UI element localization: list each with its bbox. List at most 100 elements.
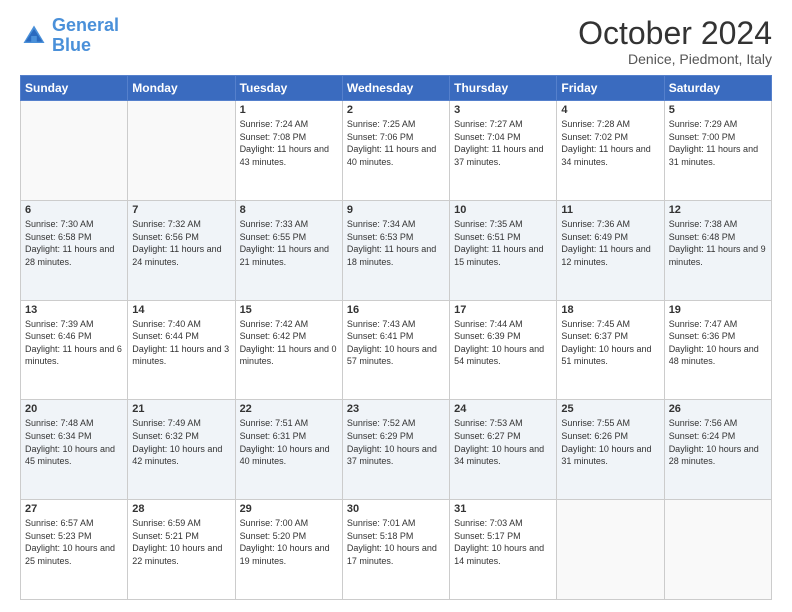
day-number: 12 bbox=[669, 204, 767, 216]
calendar-cell: 27 Sunrise: 6:57 AMSunset: 5:23 PMDayligh… bbox=[21, 500, 128, 600]
calendar-cell bbox=[557, 500, 664, 600]
day-info: Sunrise: 7:40 AMSunset: 6:44 PMDaylight:… bbox=[132, 318, 230, 368]
day-number: 28 bbox=[132, 503, 230, 515]
day-number: 29 bbox=[240, 503, 338, 515]
page: General Blue October 2024 Denice, Piedmo… bbox=[0, 0, 792, 612]
day-info: Sunrise: 7:44 AMSunset: 6:39 PMDaylight:… bbox=[454, 318, 552, 368]
weekday-header: Tuesday bbox=[235, 76, 342, 101]
day-number: 22 bbox=[240, 403, 338, 415]
calendar-cell: 8Sunrise: 7:33 AMSunset: 6:55 PMDaylight… bbox=[235, 200, 342, 300]
day-info: Sunrise: 7:52 AMSunset: 6:29 PMDaylight:… bbox=[347, 417, 445, 467]
day-info: Sunrise: 7:32 AMSunset: 6:56 PMDaylight:… bbox=[132, 218, 230, 268]
calendar-cell: 26Sunrise: 7:56 AMSunset: 6:24 PMDayligh… bbox=[664, 400, 771, 500]
day-info: Sunrise: 7:36 AMSunset: 6:49 PMDaylight:… bbox=[561, 218, 659, 268]
day-number: 5 bbox=[669, 104, 767, 116]
day-number: 13 bbox=[25, 304, 123, 316]
calendar-cell: 7 Sunrise: 7:32 AMSunset: 6:56 PMDaylight… bbox=[128, 200, 235, 300]
day-info: Sunrise: 7:30 AMSunset: 6:58 PMDaylight:… bbox=[25, 218, 123, 268]
calendar-cell: 5Sunrise: 7:29 AMSunset: 7:00 PMDaylight… bbox=[664, 101, 771, 201]
calendar-cell: 17 Sunrise: 7:44 AMSunset: 6:39 PMDayligh… bbox=[450, 300, 557, 400]
day-number: 10 bbox=[454, 204, 552, 216]
calendar-week-row: 6 Sunrise: 7:30 AMSunset: 6:58 PMDaylight… bbox=[21, 200, 772, 300]
location: Denice, Piedmont, Italy bbox=[578, 51, 772, 67]
day-info: Sunrise: 7:39 AMSunset: 6:46 PMDaylight:… bbox=[25, 318, 123, 368]
calendar-cell: 1Sunrise: 7:24 AMSunset: 7:08 PMDaylight… bbox=[235, 101, 342, 201]
day-info: Sunrise: 7:45 AMSunset: 6:37 PMDaylight:… bbox=[561, 318, 659, 368]
day-number: 19 bbox=[669, 304, 767, 316]
calendar-cell: 4 Sunrise: 7:28 AMSunset: 7:02 PMDaylight… bbox=[557, 101, 664, 201]
day-info: Sunrise: 7:35 AMSunset: 6:51 PMDaylight:… bbox=[454, 218, 552, 268]
calendar-table: SundayMondayTuesdayWednesdayThursdayFrid… bbox=[20, 75, 772, 600]
day-number: 14 bbox=[132, 304, 230, 316]
day-number: 31 bbox=[454, 503, 552, 515]
day-number: 15 bbox=[240, 304, 338, 316]
day-info: Sunrise: 7:38 AMSunset: 6:48 PMDaylight:… bbox=[669, 218, 767, 268]
day-number: 16 bbox=[347, 304, 445, 316]
calendar-cell bbox=[128, 101, 235, 201]
day-info: Sunrise: 6:59 AMSunset: 5:21 PMDaylight:… bbox=[132, 517, 230, 567]
calendar-week-row: 13 Sunrise: 7:39 AMSunset: 6:46 PMDayligh… bbox=[21, 300, 772, 400]
logo: General Blue bbox=[20, 16, 119, 56]
calendar-cell: 20 Sunrise: 7:48 AMSunset: 6:34 PMDayligh… bbox=[21, 400, 128, 500]
calendar-cell: 10 Sunrise: 7:35 AMSunset: 6:51 PMDayligh… bbox=[450, 200, 557, 300]
day-info: Sunrise: 7:34 AMSunset: 6:53 PMDaylight:… bbox=[347, 218, 445, 268]
day-info: Sunrise: 7:28 AMSunset: 7:02 PMDaylight:… bbox=[561, 118, 659, 168]
header: General Blue October 2024 Denice, Piedmo… bbox=[20, 16, 772, 67]
day-info: Sunrise: 7:25 AMSunset: 7:06 PMDaylight:… bbox=[347, 118, 445, 168]
weekday-header: Thursday bbox=[450, 76, 557, 101]
day-number: 24 bbox=[454, 403, 552, 415]
calendar-week-row: 27 Sunrise: 6:57 AMSunset: 5:23 PMDayligh… bbox=[21, 500, 772, 600]
logo-general: General bbox=[52, 15, 119, 35]
calendar-cell: 22 Sunrise: 7:51 AMSunset: 6:31 PMDayligh… bbox=[235, 400, 342, 500]
calendar-cell: 12 Sunrise: 7:38 AMSunset: 6:48 PMDayligh… bbox=[664, 200, 771, 300]
weekday-header: Friday bbox=[557, 76, 664, 101]
day-number: 7 bbox=[132, 204, 230, 216]
calendar-cell: 21Sunrise: 7:49 AMSunset: 6:32 PMDayligh… bbox=[128, 400, 235, 500]
calendar-cell: 28 Sunrise: 6:59 AMSunset: 5:21 PMDayligh… bbox=[128, 500, 235, 600]
day-info: Sunrise: 7:55 AMSunset: 6:26 PMDaylight:… bbox=[561, 417, 659, 467]
day-info: Sunrise: 7:49 AMSunset: 6:32 PMDaylight:… bbox=[132, 417, 230, 467]
day-number: 20 bbox=[25, 403, 123, 415]
day-info: Sunrise: 7:27 AMSunset: 7:04 PMDaylight:… bbox=[454, 118, 552, 168]
day-info: Sunrise: 7:43 AMSunset: 6:41 PMDaylight:… bbox=[347, 318, 445, 368]
day-number: 3 bbox=[454, 104, 552, 116]
weekday-header-row: SundayMondayTuesdayWednesdayThursdayFrid… bbox=[21, 76, 772, 101]
calendar-cell bbox=[664, 500, 771, 600]
day-info: Sunrise: 6:57 AMSunset: 5:23 PMDaylight:… bbox=[25, 517, 123, 567]
day-number: 9 bbox=[347, 204, 445, 216]
calendar-cell: 23Sunrise: 7:52 AMSunset: 6:29 PMDayligh… bbox=[342, 400, 449, 500]
day-info: Sunrise: 7:42 AMSunset: 6:42 PMDaylight:… bbox=[240, 318, 338, 368]
calendar-cell: 16 Sunrise: 7:43 AMSunset: 6:41 PMDayligh… bbox=[342, 300, 449, 400]
calendar-week-row: 20 Sunrise: 7:48 AMSunset: 6:34 PMDayligh… bbox=[21, 400, 772, 500]
calendar-cell: 25 Sunrise: 7:55 AMSunset: 6:26 PMDayligh… bbox=[557, 400, 664, 500]
day-number: 30 bbox=[347, 503, 445, 515]
day-number: 25 bbox=[561, 403, 659, 415]
day-info: Sunrise: 7:56 AMSunset: 6:24 PMDaylight:… bbox=[669, 417, 767, 467]
logo-icon bbox=[20, 22, 48, 50]
calendar-cell: 15 Sunrise: 7:42 AMSunset: 6:42 PMDayligh… bbox=[235, 300, 342, 400]
weekday-header: Saturday bbox=[664, 76, 771, 101]
day-number: 2 bbox=[347, 104, 445, 116]
day-number: 17 bbox=[454, 304, 552, 316]
day-info: Sunrise: 7:48 AMSunset: 6:34 PMDaylight:… bbox=[25, 417, 123, 467]
day-info: Sunrise: 7:51 AMSunset: 6:31 PMDaylight:… bbox=[240, 417, 338, 467]
month-title: October 2024 bbox=[578, 16, 772, 51]
day-info: Sunrise: 7:01 AMSunset: 5:18 PMDaylight:… bbox=[347, 517, 445, 567]
day-info: Sunrise: 7:47 AMSunset: 6:36 PMDaylight:… bbox=[669, 318, 767, 368]
day-number: 6 bbox=[25, 204, 123, 216]
weekday-header: Sunday bbox=[21, 76, 128, 101]
day-number: 11 bbox=[561, 204, 659, 216]
calendar-cell: 30 Sunrise: 7:01 AMSunset: 5:18 PMDayligh… bbox=[342, 500, 449, 600]
title-block: October 2024 Denice, Piedmont, Italy bbox=[578, 16, 772, 67]
day-number: 27 bbox=[25, 503, 123, 515]
logo-blue: Blue bbox=[52, 35, 91, 55]
day-info: Sunrise: 7:03 AMSunset: 5:17 PMDaylight:… bbox=[454, 517, 552, 567]
calendar-cell: 24Sunrise: 7:53 AMSunset: 6:27 PMDayligh… bbox=[450, 400, 557, 500]
calendar-cell: 6 Sunrise: 7:30 AMSunset: 6:58 PMDaylight… bbox=[21, 200, 128, 300]
calendar-cell: 11 Sunrise: 7:36 AMSunset: 6:49 PMDayligh… bbox=[557, 200, 664, 300]
day-number: 4 bbox=[561, 104, 659, 116]
day-info: Sunrise: 7:33 AMSunset: 6:55 PMDaylight:… bbox=[240, 218, 338, 268]
calendar-cell bbox=[21, 101, 128, 201]
calendar-cell: 19 Sunrise: 7:47 AMSunset: 6:36 PMDayligh… bbox=[664, 300, 771, 400]
calendar-cell: 2 Sunrise: 7:25 AMSunset: 7:06 PMDaylight… bbox=[342, 101, 449, 201]
